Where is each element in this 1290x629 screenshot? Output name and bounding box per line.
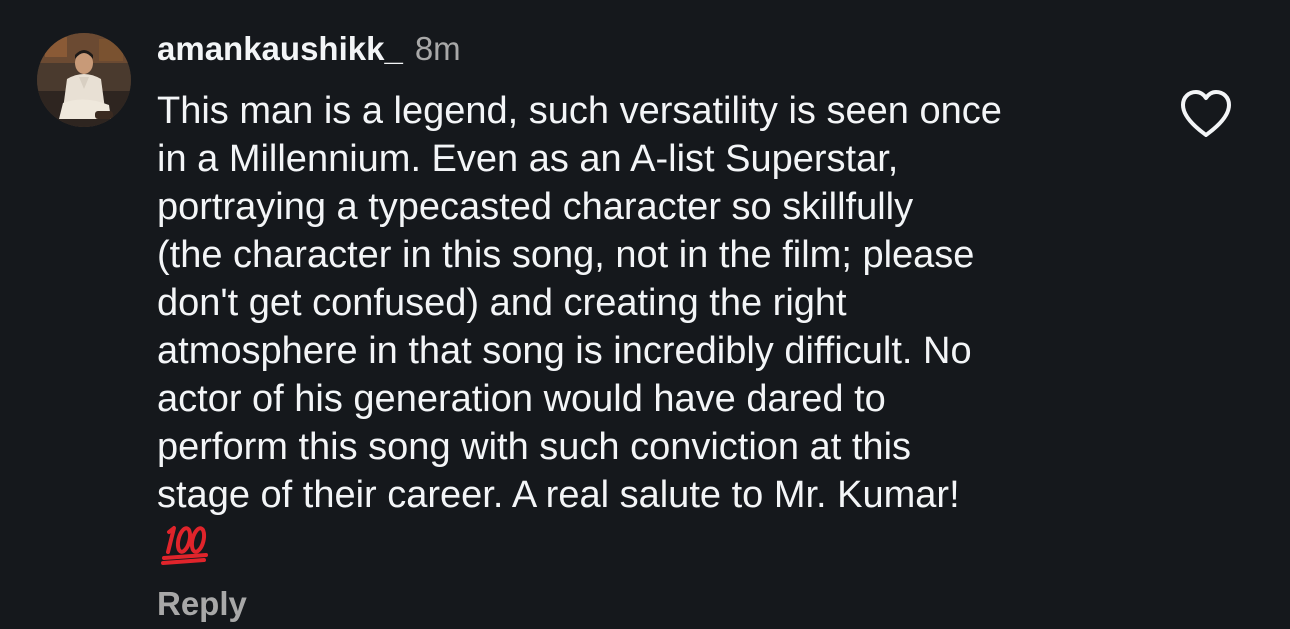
avatar-photo — [37, 33, 131, 127]
comment-text: This man is a legend, such versatility i… — [157, 87, 1147, 519]
username[interactable]: amankaushikk_ — [157, 30, 403, 68]
comment-header: amankaushikk_ 8m — [157, 30, 461, 80]
avatar[interactable] — [37, 33, 131, 127]
heart-outline-icon — [1181, 90, 1231, 137]
comment-text-line: atmosphere in that song is incredibly di… — [157, 330, 972, 372]
reply-button[interactable]: Reply — [157, 585, 247, 623]
hundred-points-emoji-icon — [160, 522, 210, 566]
comment-text-line: portraying a typecasted character so ski… — [157, 186, 914, 228]
like-button[interactable] — [1178, 88, 1234, 140]
comment-text-line: stage of their career. A real salute to … — [157, 474, 960, 516]
comment-text-line: actor of his generation would have dared… — [157, 378, 886, 420]
comment-text-line: This man is a legend, such versatility i… — [157, 90, 1002, 132]
comment-text-line: perform this song with such conviction a… — [157, 426, 912, 468]
comment-item: amankaushikk_ 8m This man is a legend, s… — [0, 0, 1290, 629]
comment-text-line: (the character in this song, not in the … — [157, 234, 975, 276]
comment-text-line: in a Millennium. Even as an A-list Super… — [157, 138, 899, 180]
comment-text-line: don't get confused) and creating the rig… — [157, 282, 847, 324]
timestamp: 8m — [414, 30, 461, 67]
